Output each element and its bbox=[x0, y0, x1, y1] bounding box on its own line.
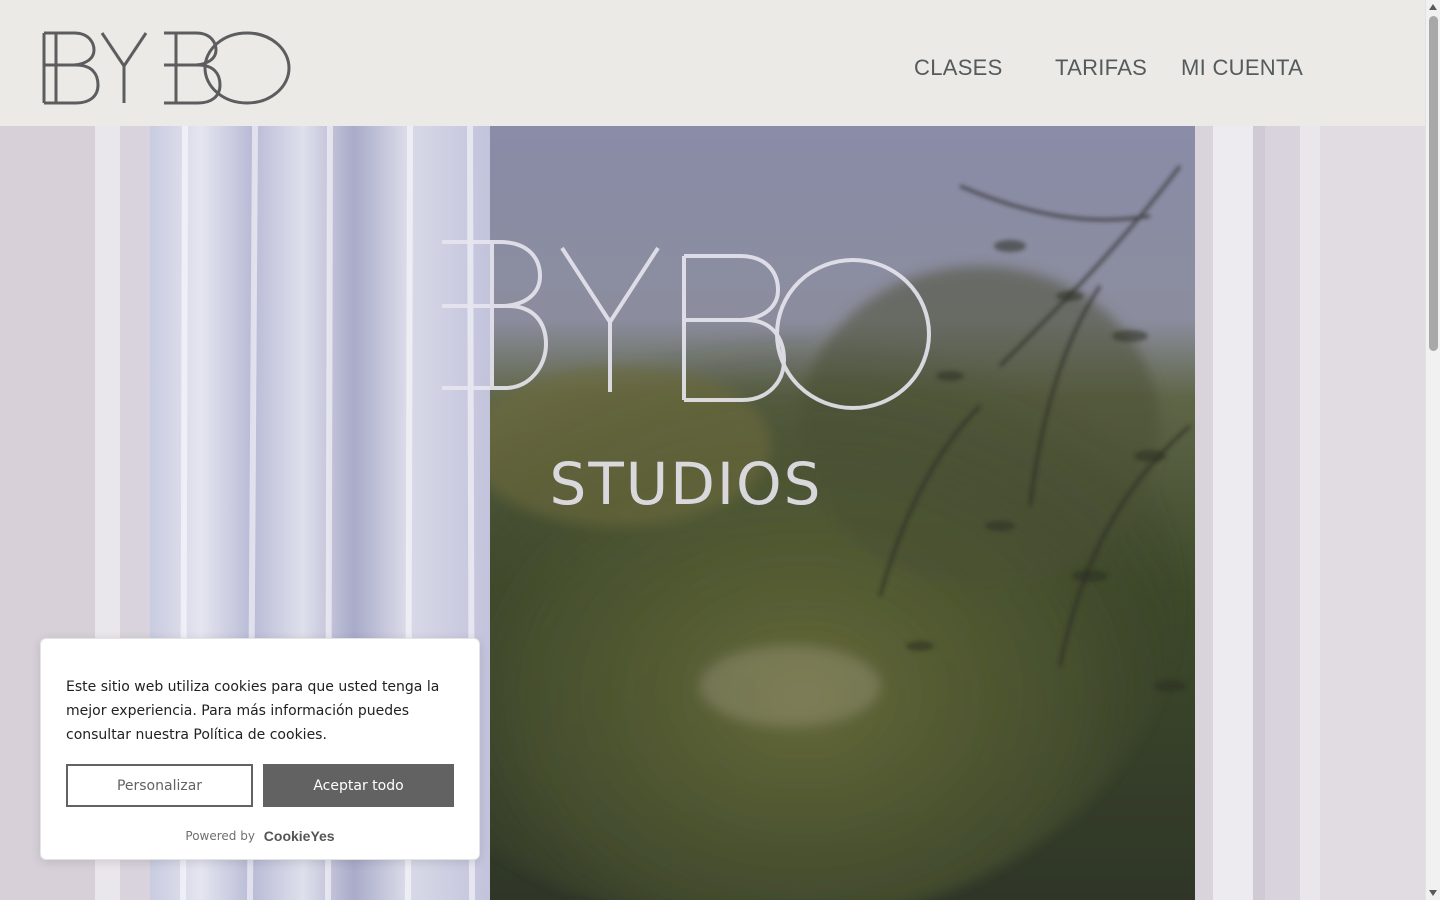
scroll-thumb[interactable] bbox=[1429, 16, 1438, 351]
nav-clases[interactable]: CLASES bbox=[914, 55, 1003, 81]
nav-mi-cuenta[interactable]: MI CUENTA bbox=[1181, 55, 1303, 81]
accept-all-cookies-button[interactable]: Aceptar todo bbox=[263, 764, 454, 807]
window-sign-text: STUDIOS bbox=[550, 450, 823, 518]
page-scrollbar[interactable] bbox=[1425, 0, 1440, 900]
cookie-consent-banner: Este sitio web utiliza cookies para que … bbox=[40, 638, 480, 860]
customize-cookies-button[interactable]: Personalizar bbox=[66, 764, 253, 807]
powered-by-label: Powered by bbox=[185, 829, 255, 843]
cookieyes-logo[interactable]: CookieYes bbox=[264, 828, 335, 844]
cookie-message: Este sitio web utiliza cookies para que … bbox=[66, 679, 440, 743]
bybo-logo[interactable] bbox=[42, 30, 292, 106]
powered-by: Powered by CookieYes bbox=[41, 828, 479, 844]
site-header: CLASES TARIFAS MI CUENTA bbox=[0, 0, 1425, 126]
nav-tarifas[interactable]: TARIFAS bbox=[1055, 55, 1147, 81]
scroll-up-arrow-icon[interactable] bbox=[1429, 4, 1437, 10]
scroll-down-arrow-icon[interactable] bbox=[1429, 890, 1437, 896]
